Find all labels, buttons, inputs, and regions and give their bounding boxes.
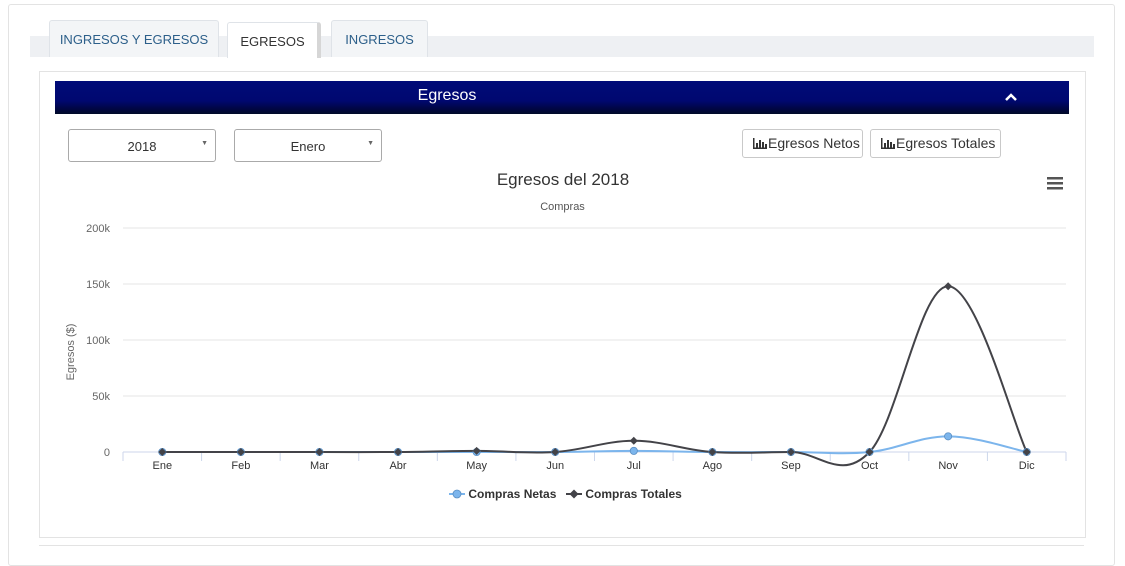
data-point xyxy=(629,446,638,455)
x-tick-label: May xyxy=(466,460,487,472)
x-tick-label: Nov xyxy=(938,460,958,472)
x-tick-label: Mar xyxy=(310,460,329,472)
x-tick-label: Oct xyxy=(861,460,878,472)
legend-label: Compras Totales xyxy=(585,487,682,501)
divider xyxy=(39,545,1084,546)
y-tick-label: 0 xyxy=(104,447,110,459)
x-tick-label: Ene xyxy=(153,460,173,472)
data-point xyxy=(629,436,638,445)
legend-marker-circle-icon xyxy=(449,489,465,499)
legend-compras-totales[interactable]: Compras Totales xyxy=(566,487,682,501)
legend-marker-diamond-icon xyxy=(566,489,582,499)
x-tick-label: Jun xyxy=(546,460,564,472)
x-tick-label: Abr xyxy=(389,460,406,472)
y-tick-label: 150k xyxy=(86,279,110,291)
x-tick-label: Jul xyxy=(627,460,641,472)
legend-compras-netas[interactable]: Compras Netas xyxy=(449,487,556,501)
data-point xyxy=(944,282,953,291)
x-tick-label: Ago xyxy=(703,460,723,472)
y-tick-label: 200k xyxy=(86,223,110,235)
y-axis-label: Egresos ($) xyxy=(65,324,77,381)
x-tick-label: Dic xyxy=(1019,460,1035,472)
x-tick-label: Sep xyxy=(781,460,801,472)
y-tick-label: 50k xyxy=(92,391,110,403)
data-point xyxy=(944,432,953,441)
line-chart: 0 50k 100k 150k 200k Ene Feb Mar Abr May Jun Jul Ago… xyxy=(65,223,1067,472)
series-line-compras-totales xyxy=(162,285,1028,467)
legend-label: Compras Netas xyxy=(468,487,557,501)
x-tick-label: Feb xyxy=(231,460,250,472)
y-tick-label: 100k xyxy=(86,335,110,347)
